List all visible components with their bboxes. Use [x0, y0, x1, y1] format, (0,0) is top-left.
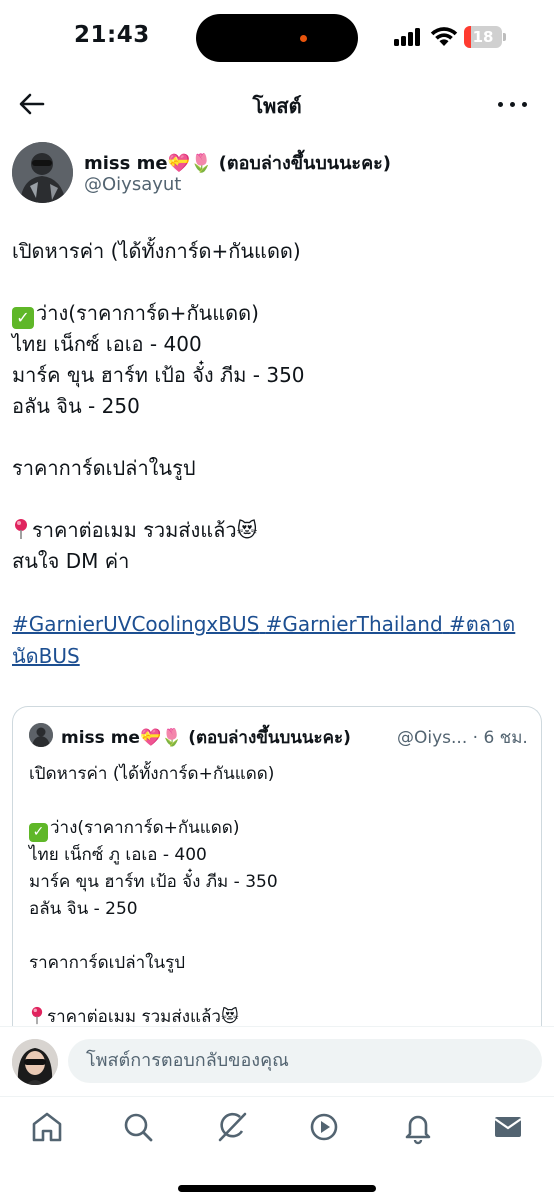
post-line: ราคาต่อเมม รวมส่งแล้ว😻: [12, 515, 542, 546]
quoted-post[interactable]: miss me💝🌷 (ตอบล่างขึ้นบนนะคะ) @Oiys... ·…: [12, 706, 542, 1066]
hashtag-link[interactable]: #ตลาด: [449, 612, 515, 636]
reply-bar: โพสต์การตอบกลับของคุณ: [0, 1026, 554, 1096]
wifi-icon: [430, 27, 458, 46]
post-line: เปิดหารค่า (ได้ทั้งการ์ด+กันแดด): [12, 239, 301, 263]
more-dots-icon[interactable]: [496, 90, 530, 118]
pushpin-icon: [15, 519, 27, 539]
video-icon[interactable]: [304, 1107, 344, 1147]
quoted-line: ไทย เน็กซ์ ภู เอเอ - 400: [29, 845, 207, 865]
status-bar: 21:43 18: [0, 0, 554, 76]
hashtag-link[interactable]: นัดBUS: [12, 644, 80, 668]
quoted-author-name: miss me💝🌷 (ตอบล่างขึ้นบนนะคะ): [61, 728, 351, 748]
battery-cap: [503, 33, 506, 41]
notifications-icon[interactable]: [398, 1107, 438, 1147]
recording-dot: [300, 35, 307, 42]
avatar: [29, 723, 53, 747]
hashtag-link[interactable]: #GarnierUVCoolingxBUS: [12, 612, 259, 636]
quoted-post-header: miss me💝🌷 (ตอบล่างขึ้นบนนะคะ) @Oiys... ·…: [29, 723, 529, 749]
hashtag-link[interactable]: #GarnierThailand: [266, 612, 443, 636]
post-line: มาร์ค ขุน ฮาร์ท เป้อ จั๋ง ภีม - 350: [12, 363, 305, 387]
post-line: ราคาการ์ดเปล่าในรูป: [12, 456, 196, 480]
grok-icon[interactable]: [212, 1107, 252, 1147]
hashtag-list: #GarnierUVCoolingxBUS #GarnierThailand #…: [12, 608, 542, 672]
avatar[interactable]: [12, 142, 73, 203]
author-name[interactable]: miss me💝🌷 (ตอบล่างขึ้นบนนะคะ): [84, 148, 391, 177]
post-line: สนใจ DM ค่า: [12, 549, 130, 573]
home-indicator: [178, 1185, 376, 1192]
page-title: โพสต์: [252, 94, 302, 118]
quoted-post-text: เปิดหารค่า (ได้ทั้งการ์ด+กันแดด) ✓ ว่าง(ร…: [29, 761, 529, 1031]
post-header: โพสต์: [0, 80, 554, 128]
avatar[interactable]: [12, 1039, 58, 1085]
tab-bar: [0, 1096, 554, 1200]
quoted-line: ✓ ว่าง(ราคาการ์ด+กันแดด): [29, 815, 529, 842]
cellular-signal-icon: [394, 28, 424, 46]
post-line: ✓ ว่าง(ราคาการ์ด+กันแดด): [12, 298, 542, 329]
pushpin-icon: [31, 1006, 43, 1025]
check-mark-icon: ✓: [29, 823, 48, 842]
post-text: เปิดหารค่า (ได้ทั้งการ์ด+กันแดด) ✓ ว่าง(ร…: [12, 236, 542, 672]
search-icon[interactable]: [118, 1107, 158, 1147]
post-line: ไทย เน็กซ์ เอเอ - 400: [12, 332, 202, 356]
home-icon[interactable]: [27, 1107, 67, 1147]
dynamic-island: [196, 14, 358, 62]
battery-level: 18: [472, 28, 494, 46]
quoted-line: มาร์ค ขุน ฮาร์ท เป้อ จั๋ง ภีม - 350: [29, 872, 278, 892]
post-line: อลัน จิน - 250: [12, 394, 140, 418]
status-time: 21:43: [74, 22, 150, 48]
messages-icon[interactable]: [488, 1107, 528, 1147]
author-handle[interactable]: @Oiysayut: [84, 174, 181, 195]
quoted-line: ราคาการ์ดเปล่าในรูป: [29, 953, 186, 973]
check-mark-icon: ✓: [12, 307, 34, 329]
reply-input[interactable]: โพสต์การตอบกลับของคุณ: [68, 1039, 542, 1083]
post-author: miss me💝🌷 (ตอบล่างขึ้นบนนะคะ) @Oiysayut: [12, 142, 542, 206]
quoted-line: อลัน จิน - 250: [29, 899, 138, 919]
quoted-line: เปิดหารค่า (ได้ทั้งการ์ด+กันแดด): [29, 764, 275, 784]
battery-icon: 18: [464, 26, 502, 48]
quoted-author-handle: @Oiys... · 6 ชม.: [397, 728, 528, 748]
